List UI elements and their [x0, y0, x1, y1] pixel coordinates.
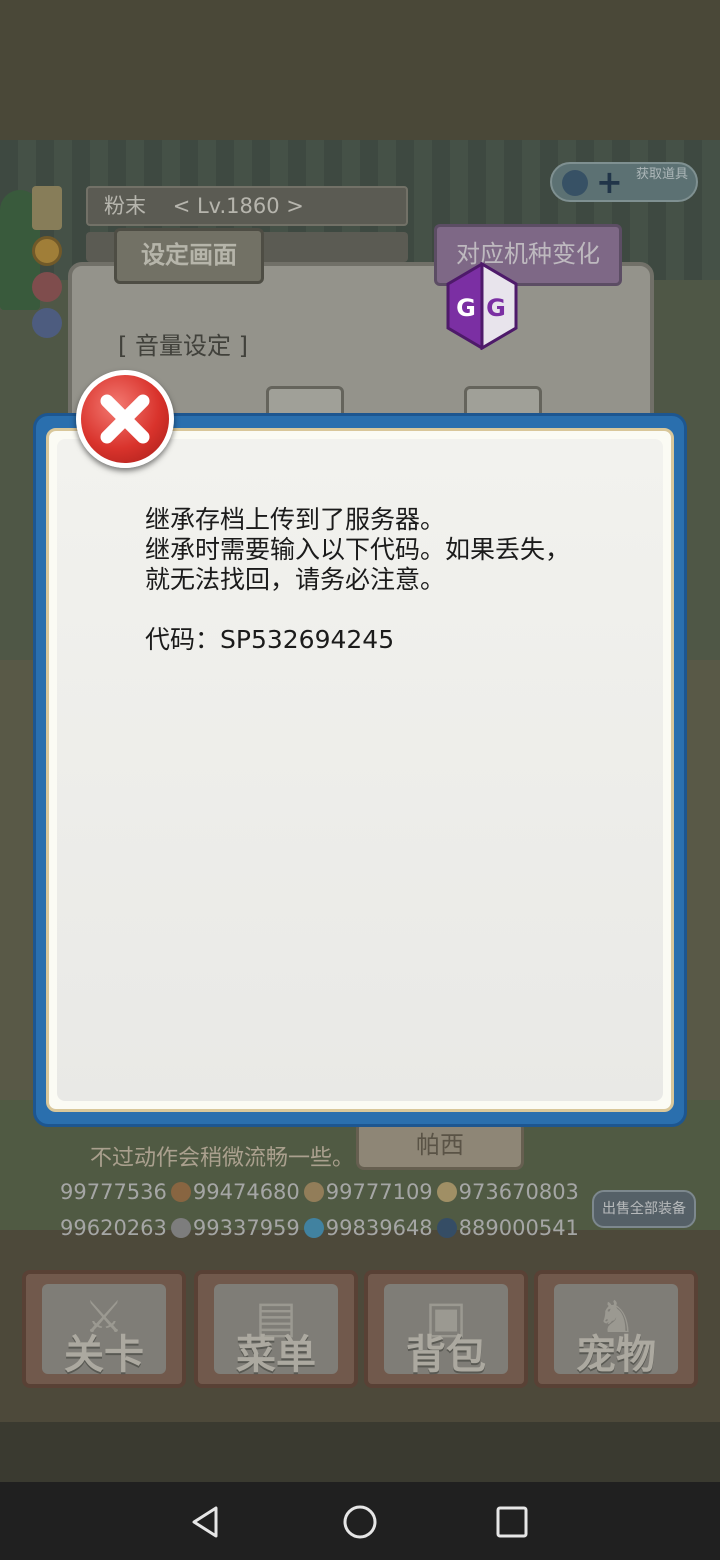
- dialog-body: 继承存档上传到了服务器。 继承时需要输入以下代码。如果丢失， 就无法找回，请务必注意…: [57, 439, 663, 1101]
- close-button[interactable]: [76, 370, 174, 468]
- gg-letter-left: G: [456, 294, 476, 322]
- home-icon[interactable]: [340, 1502, 380, 1542]
- dialog-message: 继承存档上传到了服务器。 继承时需要输入以下代码。如果丢失， 就无法找回，请务必注意…: [145, 505, 645, 595]
- back-icon[interactable]: [186, 1502, 226, 1542]
- inherit-code: 代码：SP532694245: [145, 625, 395, 654]
- inherit-code-dialog: 继承存档上传到了服务器。 继承时需要输入以下代码。如果丢失， 就无法找回，请务必注意…: [36, 416, 684, 1124]
- close-icon: [100, 394, 150, 444]
- recents-icon[interactable]: [492, 1502, 532, 1542]
- system-nav-bar: [0, 1482, 720, 1560]
- message-line-3: 就无法找回，请务必注意。: [145, 565, 446, 594]
- message-line-1: 继承存档上传到了服务器。: [145, 505, 446, 534]
- status-area: [0, 0, 720, 140]
- gg-icon[interactable]: G G: [446, 262, 518, 350]
- message-line-2: 继承时需要输入以下代码。如果丢失，: [145, 535, 571, 564]
- gg-letter-right: G: [486, 294, 506, 322]
